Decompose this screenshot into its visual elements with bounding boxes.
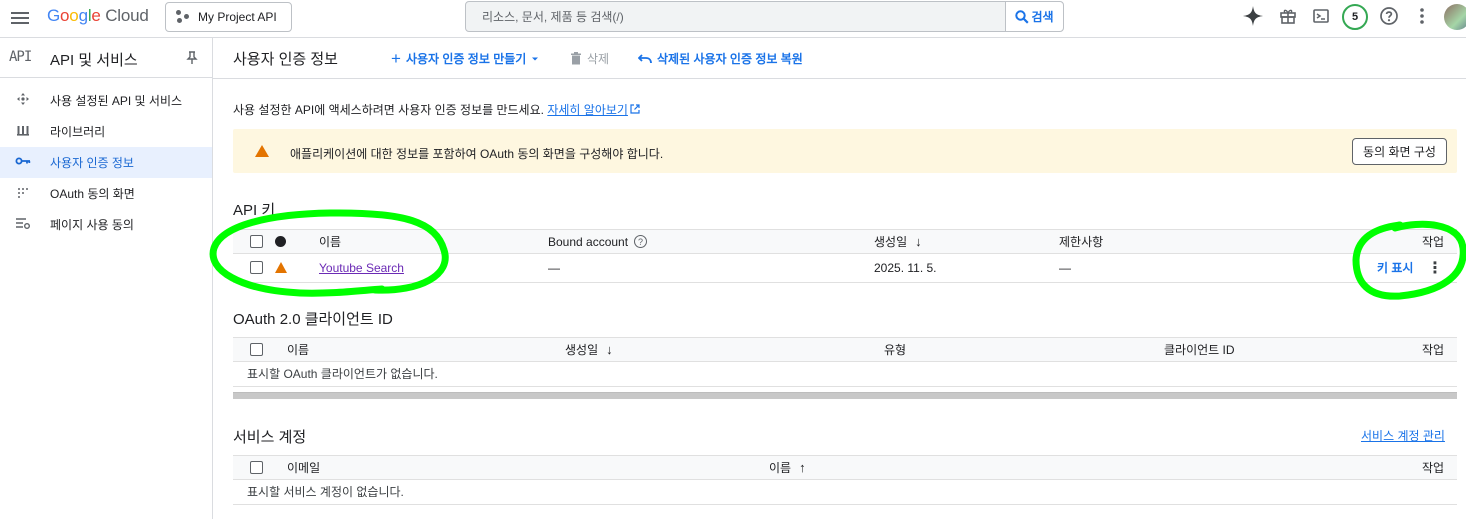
col-name[interactable]: 이름 — [319, 230, 341, 253]
restore-credentials-button[interactable]: 삭제된 사용자 인증 정보 복원 — [638, 50, 803, 67]
configure-consent-button[interactable]: 동의 화면 구성 — [1352, 138, 1447, 165]
project-name: My Project API — [198, 10, 277, 24]
chevron-down-icon — [532, 57, 539, 60]
search-icon — [1015, 9, 1030, 24]
terminal-icon[interactable] — [1309, 4, 1333, 28]
oauth-clients-title: OAuth 2.0 클라이언트 ID — [233, 311, 393, 328]
notification-badge[interactable]: 5 — [1342, 4, 1368, 30]
sidebar-item-library[interactable]: 라이브러리 — [0, 116, 212, 147]
create-credentials-button[interactable]: + 사용자 인증 정보 만들기 — [391, 50, 540, 67]
sidebar-header: API API 및 서비스 — [0, 38, 212, 78]
api-key-name-link[interactable]: Youtube Search — [319, 261, 404, 275]
help-icon[interactable] — [1377, 4, 1401, 28]
col-created[interactable]: 생성일 ↓ — [874, 230, 922, 253]
avatar[interactable] — [1444, 4, 1466, 30]
col-name[interactable]: 이름 — [287, 338, 309, 361]
project-icon — [176, 10, 190, 24]
arrow-up-icon: ↑ — [799, 460, 806, 475]
external-link-icon — [630, 104, 640, 114]
page-header: 사용자 인증 정보 + 사용자 인증 정보 만들기 삭제 삭제된 사용자 인증 … — [213, 38, 1466, 79]
col-email[interactable]: 이메일 — [287, 456, 320, 479]
api-keys-table-header: 이름 Bound account? 생성일 ↓ 제한사항 작업 — [233, 229, 1457, 254]
sidebar: API API 및 서비스 사용 설정된 API 및 서비스 라이브러리 사용자… — [0, 38, 213, 519]
page-title: 사용자 인증 정보 — [233, 51, 338, 68]
learn-more-link[interactable]: 자세히 알아보기 — [547, 103, 628, 117]
col-actions: 작업 — [1422, 461, 1445, 475]
col-client-id[interactable]: 클라이언트 ID — [1164, 338, 1235, 361]
col-created[interactable]: 생성일 ↓ — [565, 338, 613, 361]
empty-row: 표시할 OAuth 클라이언트가 없습니다. — [233, 361, 1457, 387]
search-button[interactable]: 검색 — [1005, 2, 1063, 31]
sidebar-item-page-consent[interactable]: 페이지 사용 동의 — [0, 209, 212, 240]
arrow-down-icon: ↓ — [915, 234, 922, 249]
arrow-down-icon: ↓ — [606, 342, 613, 357]
gift-icon[interactable] — [1276, 4, 1300, 28]
menu-icon[interactable] — [10, 9, 30, 29]
enabled-apis-icon — [15, 92, 31, 109]
api-keys-title: API 키 — [233, 202, 276, 219]
top-bar: Google Cloud My Project API 검색 5 — [0, 0, 1466, 38]
delete-button[interactable]: 삭제 — [570, 50, 609, 67]
col-restrictions[interactable]: 제한사항 — [1059, 230, 1103, 253]
undo-icon — [638, 53, 652, 63]
bound-account-value: — — [548, 260, 560, 275]
trash-icon — [571, 52, 581, 65]
service-accounts-table-header: 이메일 이름 ↑ 작업 — [233, 455, 1457, 480]
status-dot-icon — [275, 236, 286, 247]
restrictions-value: — — [1059, 260, 1071, 275]
oauth-icon — [15, 185, 31, 202]
gemini-icon[interactable] — [1241, 4, 1265, 28]
google-cloud-logo[interactable]: Google Cloud — [47, 6, 149, 26]
help-icon[interactable]: ? — [634, 235, 648, 248]
plus-icon: + — [391, 48, 401, 68]
intro-text: 사용 설정한 API에 액세스하려면 사용자 인증 정보를 만드세요. 자세히 … — [233, 101, 640, 118]
api-icon: API — [9, 49, 32, 65]
key-icon — [15, 154, 31, 171]
col-actions: 작업 — [1422, 343, 1445, 357]
project-picker[interactable]: My Project API — [165, 2, 292, 32]
oauth-warning-banner: 애플리케이션에 대한 정보를 포함하여 OAuth 동의 화면을 구성해야 합니… — [233, 129, 1457, 173]
oauth-table-header: 이름 생성일 ↓ 유형 클라이언트 ID 작업 — [233, 337, 1457, 362]
select-all-checkbox[interactable] — [250, 235, 263, 248]
manage-service-accounts-link[interactable]: 서비스 계정 관리 — [1361, 427, 1445, 444]
warning-icon — [255, 145, 269, 157]
sidebar-item-credentials[interactable]: 사용자 인증 정보 — [0, 147, 212, 178]
row-checkbox[interactable] — [250, 261, 263, 274]
more-vert-icon[interactable] — [1410, 4, 1434, 28]
select-all-checkbox[interactable] — [250, 343, 263, 356]
pin-icon[interactable] — [185, 51, 199, 65]
sidebar-item-oauth-consent[interactable]: OAuth 동의 화면 — [0, 178, 212, 209]
more-vert-icon[interactable]: ⋮ — [1427, 258, 1443, 278]
service-accounts-title: 서비스 계정 — [233, 429, 307, 446]
col-bound-account: Bound account? — [548, 230, 648, 253]
page-consent-icon — [15, 216, 31, 233]
col-name[interactable]: 이름 ↑ — [769, 456, 806, 479]
sidebar-title: API 및 서비스 — [50, 52, 138, 69]
col-type[interactable]: 유형 — [884, 338, 906, 361]
search-input[interactable] — [466, 2, 1005, 31]
library-icon — [15, 123, 31, 140]
col-actions: 작업 — [1422, 235, 1445, 249]
warning-icon — [275, 262, 287, 273]
created-date: 2025. 11. 5. — [874, 260, 937, 275]
table-row: Youtube Search — 2025. 11. 5. — 키 표시 ⋮ — [233, 253, 1457, 283]
search-box: 검색 — [465, 1, 1064, 32]
sidebar-item-enabled-apis[interactable]: 사용 설정된 API 및 서비스 — [0, 85, 212, 116]
empty-row: 표시할 서비스 계정이 없습니다. — [233, 479, 1457, 505]
select-all-checkbox[interactable] — [250, 461, 263, 474]
horizontal-scrollbar[interactable] — [233, 392, 1457, 399]
show-key-button[interactable]: 키 표시 — [1377, 253, 1413, 282]
